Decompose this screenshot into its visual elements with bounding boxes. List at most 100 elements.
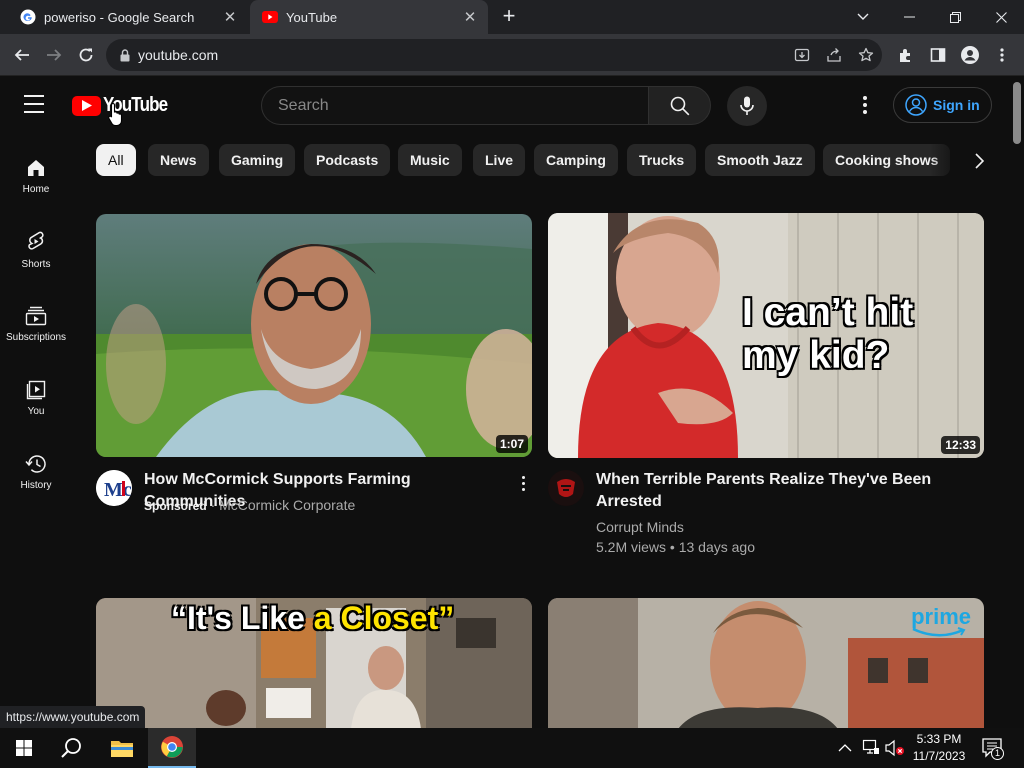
prime-badge-text: prime: [911, 604, 971, 629]
profile-icon[interactable]: [956, 41, 984, 69]
chip-podcasts[interactable]: Podcasts: [304, 144, 391, 176]
extensions-icon[interactable]: [892, 41, 920, 69]
sidebar-item-label: Home: [22, 183, 50, 195]
chevron-up-icon[interactable]: [838, 740, 852, 758]
scrollbar-thumb[interactable]: [1013, 82, 1021, 144]
video-duration: 1:07: [495, 435, 528, 453]
channel-name[interactable]: McCormick Corporate: [219, 497, 355, 513]
tab-google-search[interactable]: poweriso - Google Search ✕: [8, 0, 248, 34]
chip-all[interactable]: All: [96, 144, 136, 176]
sidebar-item-label: Shorts: [21, 258, 51, 270]
search-button[interactable]: [648, 86, 711, 125]
search-icon[interactable]: [48, 728, 96, 768]
browser-toolbar: youtube.com: [0, 34, 1024, 76]
sidebar-item-label: History: [20, 479, 52, 491]
channel-name[interactable]: Corrupt Minds: [596, 517, 684, 537]
sponsored-label: Sponsored: [144, 499, 207, 513]
youtube-play-icon: [72, 95, 101, 116]
video-stats: 5.2M views • 13 days ago: [596, 539, 755, 555]
video-title-line: When Terrible Parents Realize They've Be…: [596, 471, 932, 488]
chip-camping[interactable]: Camping: [534, 144, 618, 176]
chrome-taskbar-icon[interactable]: [148, 728, 196, 768]
volume-muted-icon[interactable]: [885, 739, 905, 762]
screen: poweriso - Google Search ✕ YouTube ✕ + y…: [0, 0, 1024, 768]
new-tab-button[interactable]: +: [496, 4, 522, 30]
account-icon: [905, 94, 927, 116]
file-explorer-icon[interactable]: [98, 728, 146, 768]
reload-button[interactable]: [72, 41, 100, 69]
settings-menu-button[interactable]: [855, 93, 875, 117]
network-icon[interactable]: [862, 739, 880, 760]
search-box: [261, 86, 711, 125]
video-thumbnail-closet[interactable]: “It's Like a Closet”: [96, 598, 532, 748]
chip-live[interactable]: Live: [473, 144, 526, 176]
video-thumbnail-terrible-parents[interactable]: I can’t hit my kid? 12:33: [548, 213, 984, 458]
tab-youtube[interactable]: YouTube ✕: [250, 0, 488, 34]
channel-avatar-corrupt-minds[interactable]: [548, 470, 584, 506]
tab-search-chevron-icon[interactable]: [840, 0, 886, 34]
voice-search-button[interactable]: [727, 86, 767, 126]
video-title[interactable]: When Terrible Parents Realize They've Be…: [596, 469, 976, 513]
chip-news[interactable]: News: [148, 144, 209, 176]
close-tab-icon[interactable]: ✕: [458, 8, 482, 26]
minimize-button[interactable]: [886, 0, 932, 34]
filter-chips-bar: All News Gaming Podcasts Music Live Camp…: [96, 144, 986, 177]
sign-in-button[interactable]: Sign in: [893, 87, 992, 123]
avatar-text: Mc: [104, 479, 132, 501]
shorts-icon: [28, 231, 44, 250]
system-clock[interactable]: 5:33 PM 11/7/2023: [908, 731, 970, 765]
chip-gaming[interactable]: Gaming: [219, 144, 296, 176]
google-icon: [20, 9, 36, 25]
overlay-text-part: “It's Like: [171, 600, 305, 636]
bookmark-star-icon[interactable]: [850, 47, 882, 63]
chrome-menu-icon[interactable]: [988, 41, 1016, 69]
chevron-right-icon[interactable]: [968, 150, 990, 172]
status-bar-url: https://www.youtube.com: [0, 706, 146, 728]
thumbnail-image: [96, 214, 532, 457]
lock-icon[interactable]: [120, 48, 130, 62]
hand-cursor-icon: [108, 102, 123, 127]
sidebar-item-label: You: [27, 405, 45, 417]
mccormick-logo-icon: Mc: [96, 470, 132, 506]
back-button[interactable]: [8, 41, 36, 69]
youtube-logo[interactable]: YouTube: [72, 94, 179, 117]
notifications-icon[interactable]: 1: [982, 738, 1004, 763]
address-bar[interactable]: youtube.com: [106, 39, 882, 71]
restore-button[interactable]: [932, 0, 978, 34]
chip-trucks[interactable]: Trucks: [627, 144, 697, 176]
channel-avatar-mccormick[interactable]: Mc: [96, 470, 132, 506]
search-field-wrap: [261, 86, 648, 125]
install-app-icon[interactable]: [786, 47, 818, 63]
forward-button[interactable]: [40, 41, 68, 69]
page-scrollbar[interactable]: [1010, 77, 1024, 729]
sidebar-item-history[interactable]: History: [0, 439, 72, 505]
video-title-line: Arrested: [596, 493, 662, 510]
sidebar-item-shorts[interactable]: Shorts: [0, 217, 72, 283]
overlay-text-highlight: a: [313, 600, 332, 636]
close-tab-icon[interactable]: ✕: [218, 8, 242, 26]
windows-start-icon[interactable]: [0, 728, 48, 768]
browser-tabstrip: poweriso - Google Search ✕ YouTube ✕ +: [0, 0, 1024, 34]
share-icon[interactable]: [818, 47, 850, 63]
side-panel-icon[interactable]: [924, 41, 952, 69]
search-input[interactable]: [278, 96, 648, 115]
prime-video-logo: prime: [911, 604, 971, 637]
menu-icon[interactable]: [24, 95, 48, 115]
sidebar-item-subscriptions[interactable]: Subscriptions: [0, 291, 72, 357]
sidebar-item-home[interactable]: Home: [0, 143, 72, 209]
close-window-button[interactable]: [978, 0, 1024, 34]
video-options-button[interactable]: [515, 473, 531, 493]
video-thumbnail-prime[interactable]: prime: [548, 598, 984, 748]
video-duration: 12:33: [941, 436, 980, 454]
sidebar-item-you[interactable]: You: [0, 365, 72, 431]
chip-smooth-jazz[interactable]: Smooth Jazz: [705, 144, 815, 176]
home-icon: [28, 159, 44, 176]
overlay-text-highlight: Closet”: [340, 600, 455, 636]
search-icon: [670, 96, 689, 115]
thumbnail-overlay-text: “It's Like a Closet”: [171, 600, 454, 637]
chip-music[interactable]: Music: [398, 144, 462, 176]
clock-time: 5:33 PM: [916, 732, 962, 746]
sign-in-label: Sign in: [933, 97, 980, 113]
overlay-line: my kid?: [742, 334, 890, 377]
video-thumbnail-mccormick[interactable]: 1:07: [96, 214, 532, 457]
